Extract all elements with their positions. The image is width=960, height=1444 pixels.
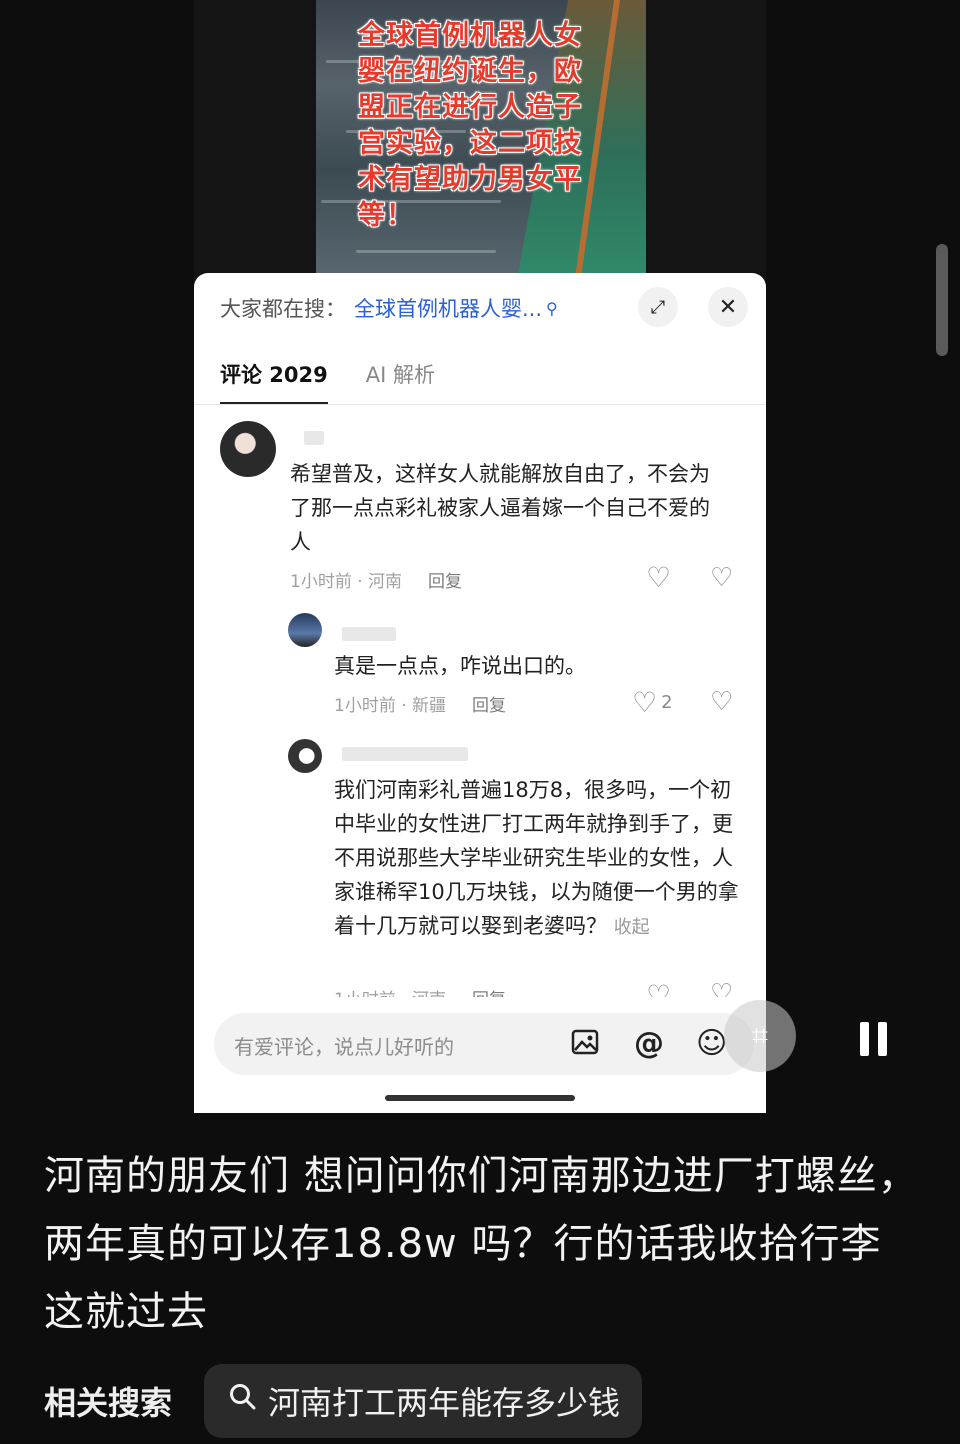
pause-button[interactable]	[860, 1022, 890, 1056]
video-player[interactable]: 全球首例机器人女婴在纽约诞生，欧盟正在进行人造子宫实验，这二项技术有望助力男女平…	[316, 0, 646, 285]
close-icon: ✕	[718, 294, 738, 320]
avatar[interactable]	[288, 613, 322, 647]
username-blurred[interactable]	[342, 747, 468, 761]
pause-icon-bar	[878, 1022, 887, 1056]
comment-text: 真是一点点，咋说出口的。	[334, 654, 586, 678]
at-mention-icon[interactable]: @	[634, 1027, 664, 1061]
comment-meta: 1小时前 · 河南 回复	[290, 567, 462, 592]
pause-icon	[860, 1022, 869, 1056]
avatar[interactable]	[288, 739, 322, 773]
comment-body: 我们河南彩礼普遍18万8，很多吗，一个初中毕业的女性进厂打工两年就挣到手了，更不…	[334, 778, 739, 938]
search-icon	[228, 1382, 258, 1420]
tabs-divider	[194, 404, 766, 405]
comment-input-placeholder: 有爱评论，说点儿好听的	[234, 1035, 454, 1059]
scrollbar-thumb[interactable]	[936, 244, 948, 356]
home-indicator	[385, 1095, 575, 1101]
comment-text: 希望普及，这样女人就能解放自由了，不会为了那一点点彩礼被家人逼着嫁一个自己不爱的…	[290, 462, 710, 554]
comment-time-location: 1小时前 · 新疆	[334, 696, 447, 716]
trending-search-term[interactable]: 全球首例机器人婴...	[354, 293, 542, 323]
related-search-query: 河南打工两年能存多少钱	[268, 1384, 621, 1422]
tab-ai-analysis[interactable]: AI 解析	[366, 359, 435, 389]
image-icon[interactable]	[570, 1027, 600, 1065]
close-button[interactable]: ✕	[708, 287, 748, 327]
post-text: 河南的朋友们 想问问你们河南那边进厂打螺丝，两年真的可以存18.8w 吗？行的话…	[44, 1153, 919, 1335]
scan-icon: ⌗	[752, 1019, 768, 1052]
comment-text: 我们河南彩礼普遍18万8，很多吗，一个初中毕业的女性进厂打工两年就挣到手了，更不…	[334, 773, 744, 945]
reply-button[interactable]: 回复	[472, 691, 506, 716]
comment-input[interactable]: 有爱评论，说点儿好听的 @ ☺	[214, 1013, 754, 1075]
comment-time-location: 1小时前 · 河南	[290, 572, 403, 592]
like-count: 2	[661, 692, 673, 713]
heart-icon: ♡	[632, 686, 658, 719]
related-search-label: 相关搜索	[44, 1384, 173, 1422]
username-blurred[interactable]	[304, 431, 324, 445]
broken-heart-icon: ♡	[710, 687, 734, 717]
trending-search-prefix: 大家都在搜：	[220, 297, 346, 321]
related-search-chip[interactable]: 河南打工两年能存多少钱	[204, 1364, 643, 1438]
list-fade	[194, 997, 766, 1013]
comment-tabs: 评论 2029 AI 解析	[220, 359, 435, 405]
tab-comments[interactable]: 评论 2029	[220, 359, 328, 405]
expand-icon: ⤢	[650, 296, 666, 318]
dislike-button[interactable]: ♡	[710, 563, 733, 593]
video-caption: 全球首例机器人女婴在纽约诞生，欧盟正在进行人造子宫实验，这二项技术有望助力男女平…	[358, 20, 582, 231]
like-button[interactable]: ♡ 2	[632, 686, 673, 719]
comment-sheet: 大家都在搜： 全球首例机器人婴... ⚲ ⤢ ✕ 评论 2029 AI 解析 希…	[194, 273, 766, 1113]
heart-icon: ♡	[646, 561, 672, 594]
like-button[interactable]: ♡	[646, 561, 671, 594]
collapse-button[interactable]: 收起	[614, 917, 650, 938]
dislike-button[interactable]: ♡	[710, 687, 733, 717]
broken-heart-icon: ♡	[710, 563, 734, 593]
emoji-icon[interactable]: ☺	[696, 1027, 727, 1061]
search-icon: ⚲	[546, 298, 558, 318]
expand-button[interactable]: ⤢	[638, 287, 678, 327]
reply-button[interactable]: 回复	[428, 567, 462, 592]
comment-meta: 1小时前 · 新疆 回复	[334, 691, 506, 716]
screenshot-scan-button[interactable]: ⌗	[724, 1000, 796, 1072]
username-blurred[interactable]	[342, 627, 396, 641]
trending-search[interactable]: 大家都在搜： 全球首例机器人婴... ⚲	[220, 293, 558, 323]
avatar[interactable]	[220, 421, 276, 477]
